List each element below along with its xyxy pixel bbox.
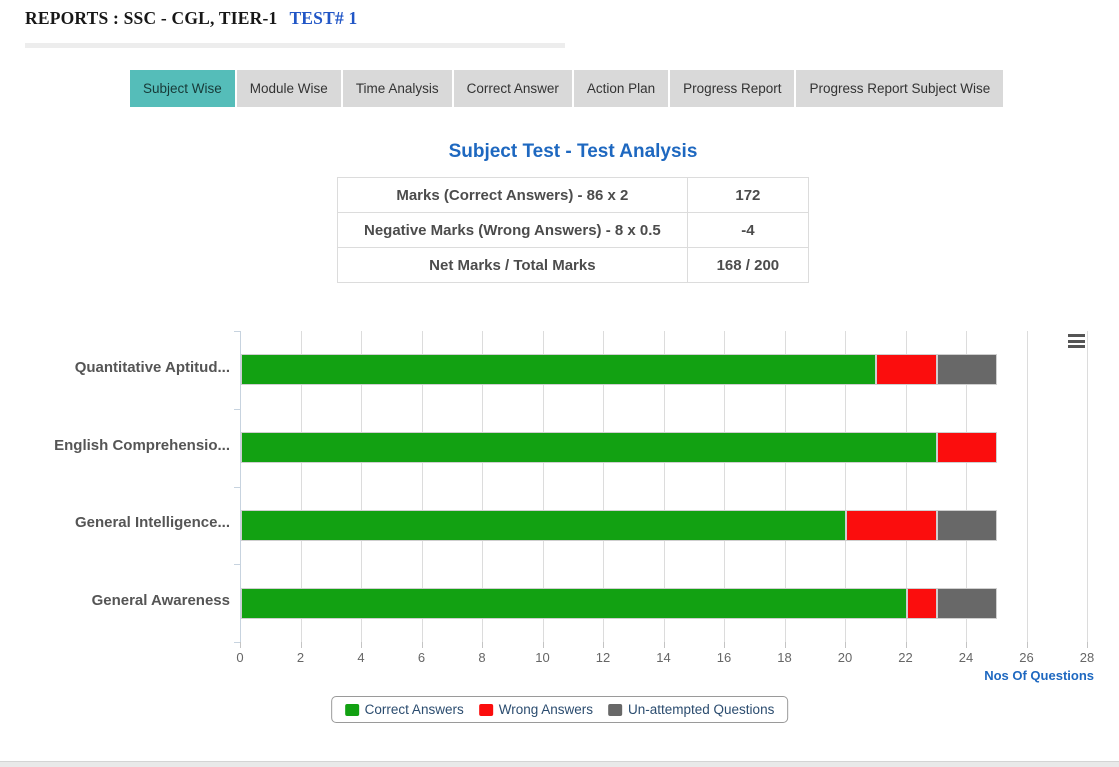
tab-subject-wise[interactable]: Subject Wise <box>130 70 235 107</box>
x-axis-tick <box>724 642 725 648</box>
y-axis-tick <box>234 487 240 488</box>
x-axis-tick-label: 8 <box>462 650 502 665</box>
bar-segment-correct-answers[interactable] <box>241 354 876 385</box>
marks-summary-table: Marks (Correct Answers) - 86 x 2172Negat… <box>337 177 809 283</box>
legend-label: Un-attempted Questions <box>628 702 774 717</box>
x-axis-tick-label: 12 <box>583 650 623 665</box>
bar-segment-correct-answers[interactable] <box>241 432 937 463</box>
marks-row-value: 168 / 200 <box>687 248 808 283</box>
x-axis-tick <box>845 642 846 648</box>
bar-segment-wrong-answers[interactable] <box>876 354 937 385</box>
category-label: General Intelligence... <box>0 514 230 536</box>
legend-label: Correct Answers <box>365 702 464 717</box>
marks-row-label: Net Marks / Total Marks <box>338 248 688 283</box>
bar-segment-correct-answers[interactable] <box>241 510 846 541</box>
x-axis-tick-label: 14 <box>644 650 684 665</box>
y-axis-tick <box>234 409 240 410</box>
x-axis-tick-label: 28 <box>1067 650 1107 665</box>
bar-segment-un-attempted-questions[interactable] <box>937 588 998 619</box>
hamburger-bar <box>1068 345 1085 348</box>
tab-progress-report-subject-wise[interactable]: Progress Report Subject Wise <box>796 70 1003 107</box>
bar-segment-un-attempted-questions[interactable] <box>937 510 998 541</box>
bar-segment-wrong-answers[interactable] <box>937 432 998 463</box>
marks-row-value: 172 <box>687 178 808 213</box>
x-axis-tick-label: 26 <box>1007 650 1047 665</box>
x-axis-tick <box>422 642 423 648</box>
marks-row-label: Negative Marks (Wrong Answers) - 8 x 0.5 <box>338 213 688 248</box>
x-axis-tick <box>906 642 907 648</box>
report-title-text: REPORTS : SSC - CGL, TIER-1 <box>25 8 277 28</box>
x-axis-tick-label: 2 <box>281 650 321 665</box>
legend-item-correct-answers[interactable]: Correct Answers <box>345 702 464 717</box>
page-title: REPORTS : SSC - CGL, TIER-1 TEST# 1 <box>25 8 357 29</box>
bar-segment-wrong-answers[interactable] <box>907 588 937 619</box>
x-axis-tick <box>785 642 786 648</box>
x-axis-tick-label: 24 <box>946 650 986 665</box>
hamburger-bar <box>1068 340 1085 343</box>
x-axis-tick <box>240 642 241 648</box>
y-axis-tick <box>234 564 240 565</box>
x-axis-tick <box>543 642 544 648</box>
x-axis-tick <box>966 642 967 648</box>
bar-segment-wrong-answers[interactable] <box>846 510 937 541</box>
x-axis-tick-label: 20 <box>825 650 865 665</box>
x-axis-tick <box>1027 642 1028 648</box>
legend-item-wrong-answers[interactable]: Wrong Answers <box>479 702 593 717</box>
table-row: Marks (Correct Answers) - 86 x 2172 <box>338 178 809 213</box>
category-label: Quantitative Aptitud... <box>0 359 230 381</box>
x-axis-tick <box>603 642 604 648</box>
x-axis-tick-label: 0 <box>220 650 260 665</box>
test-number-link[interactable]: TEST# 1 <box>289 8 357 28</box>
analysis-title: Subject Test - Test Analysis <box>337 141 809 163</box>
tab-correct-answer[interactable]: Correct Answer <box>454 70 572 107</box>
marks-row-value: -4 <box>687 213 808 248</box>
legend-item-un-attempted-questions[interactable]: Un-attempted Questions <box>608 702 774 717</box>
table-row: Net Marks / Total Marks168 / 200 <box>338 248 809 283</box>
bar-segment-un-attempted-questions[interactable] <box>937 354 998 385</box>
report-tab-bar: Subject WiseModule WiseTime AnalysisCorr… <box>130 70 1003 107</box>
tab-progress-report[interactable]: Progress Report <box>670 70 794 107</box>
x-axis-tick <box>301 642 302 648</box>
x-axis-tick-label: 18 <box>765 650 805 665</box>
bar-segment-correct-answers[interactable] <box>241 588 907 619</box>
chart-gridline <box>1027 331 1028 642</box>
x-axis-tick-label: 6 <box>402 650 442 665</box>
chart-gridline <box>1087 331 1088 642</box>
x-axis-tick <box>482 642 483 648</box>
table-row: Negative Marks (Wrong Answers) - 8 x 0.5… <box>338 213 809 248</box>
chart-legend: Correct Answers Wrong Answers Un-attempted… <box>331 696 789 723</box>
x-axis-tick-label: 22 <box>886 650 926 665</box>
y-axis-tick <box>234 642 240 643</box>
horizontal-scrollbar-track[interactable] <box>0 761 1119 767</box>
hamburger-icon[interactable] <box>1068 334 1085 351</box>
tab-action-plan[interactable]: Action Plan <box>574 70 668 107</box>
y-axis-tick <box>234 331 240 332</box>
legend-label: Wrong Answers <box>499 702 593 717</box>
tab-time-analysis[interactable]: Time Analysis <box>343 70 452 107</box>
x-axis-tick <box>1087 642 1088 648</box>
legend-swatch <box>479 704 493 716</box>
category-label: General Awareness <box>0 592 230 614</box>
tab-module-wise[interactable]: Module Wise <box>237 70 341 107</box>
header-divider <box>25 43 565 48</box>
x-axis-tick-label: 16 <box>704 650 744 665</box>
marks-row-label: Marks (Correct Answers) - 86 x 2 <box>338 178 688 213</box>
legend-swatch <box>608 704 622 716</box>
x-axis-tick-label: 10 <box>523 650 563 665</box>
x-axis-title: Nos Of Questions <box>890 668 1094 683</box>
x-axis-tick <box>361 642 362 648</box>
legend-swatch <box>345 704 359 716</box>
hamburger-bar <box>1068 334 1085 337</box>
x-axis-tick <box>664 642 665 648</box>
x-axis-tick-label: 4 <box>341 650 381 665</box>
category-label: English Comprehensio... <box>0 437 230 459</box>
